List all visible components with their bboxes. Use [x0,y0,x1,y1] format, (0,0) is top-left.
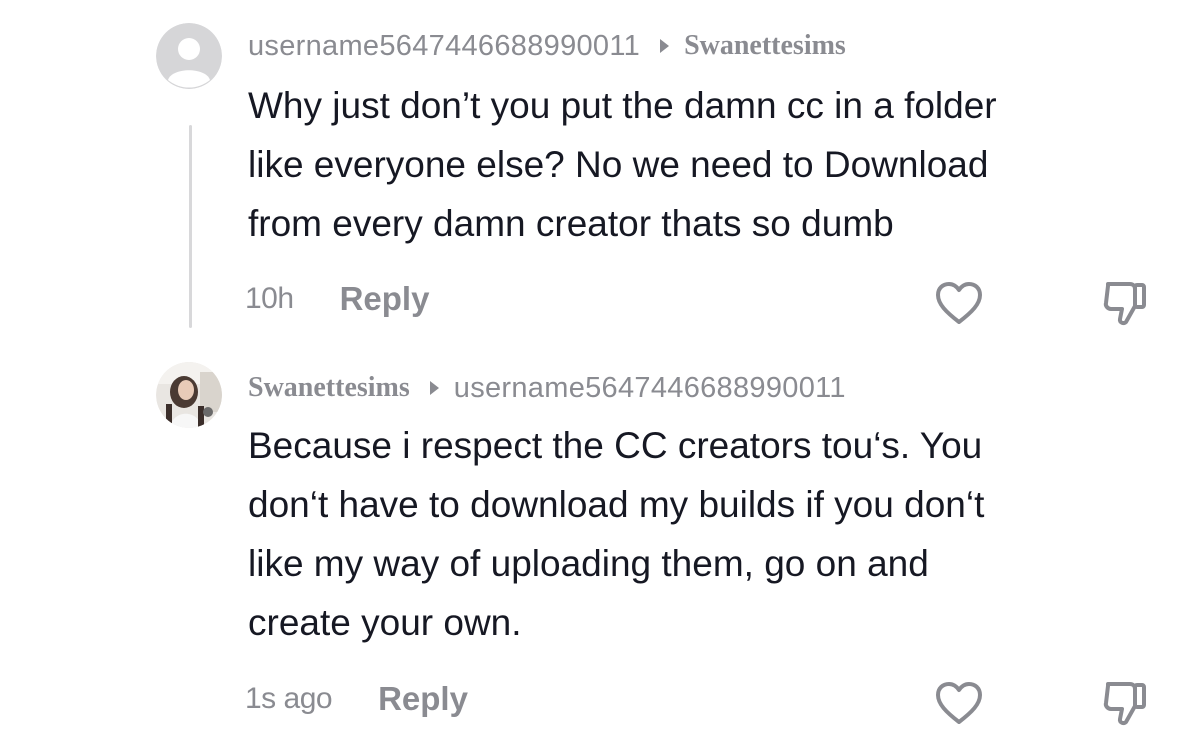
author-name[interactable]: Swanettesims [248,372,410,404]
timestamp: 10h [245,282,294,315]
comment-item: username5647446688990011 Swanettesims Wh… [0,0,1200,350]
thread-line [189,125,192,328]
dislike-button[interactable] [1098,676,1152,730]
like-button[interactable] [932,676,986,730]
comment-text: Because i respect the CC creators tou‘s.… [248,425,985,643]
avatar[interactable] [156,23,222,89]
comment-item: Swanettesims username5647446688990011 Be… [0,350,1200,732]
timestamp: 1s ago [245,682,333,715]
thumbs-down-outline-icon [1103,282,1146,325]
like-button[interactable] [932,276,986,330]
thumbs-down-outline-icon [1103,682,1146,725]
reply-button[interactable]: Reply [378,680,468,718]
triangle-right-icon [429,381,439,395]
heart-outline-icon [936,682,982,724]
comment-header: username5647446688990011 Swanettesims [248,26,846,66]
author-name[interactable]: username5647446688990011 [248,30,640,63]
comment-header: Swanettesims username5647446688990011 [248,368,846,408]
reply-button[interactable]: Reply [340,280,430,318]
default-avatar-icon [156,23,222,89]
comment-text: Why just don’t you put the damn cc in a … [248,85,997,244]
triangle-right-icon [660,39,670,53]
reply-to-name[interactable]: username5647446688990011 [454,372,846,405]
dislike-button[interactable] [1098,276,1152,330]
comment-meta: 10h Reply [245,280,429,318]
avatar[interactable] [156,362,222,428]
photo-avatar-icon [156,362,222,428]
heart-outline-icon [936,282,982,324]
reply-to-name[interactable]: Swanettesims [684,30,846,62]
comment-meta: 1s ago Reply [245,680,468,718]
